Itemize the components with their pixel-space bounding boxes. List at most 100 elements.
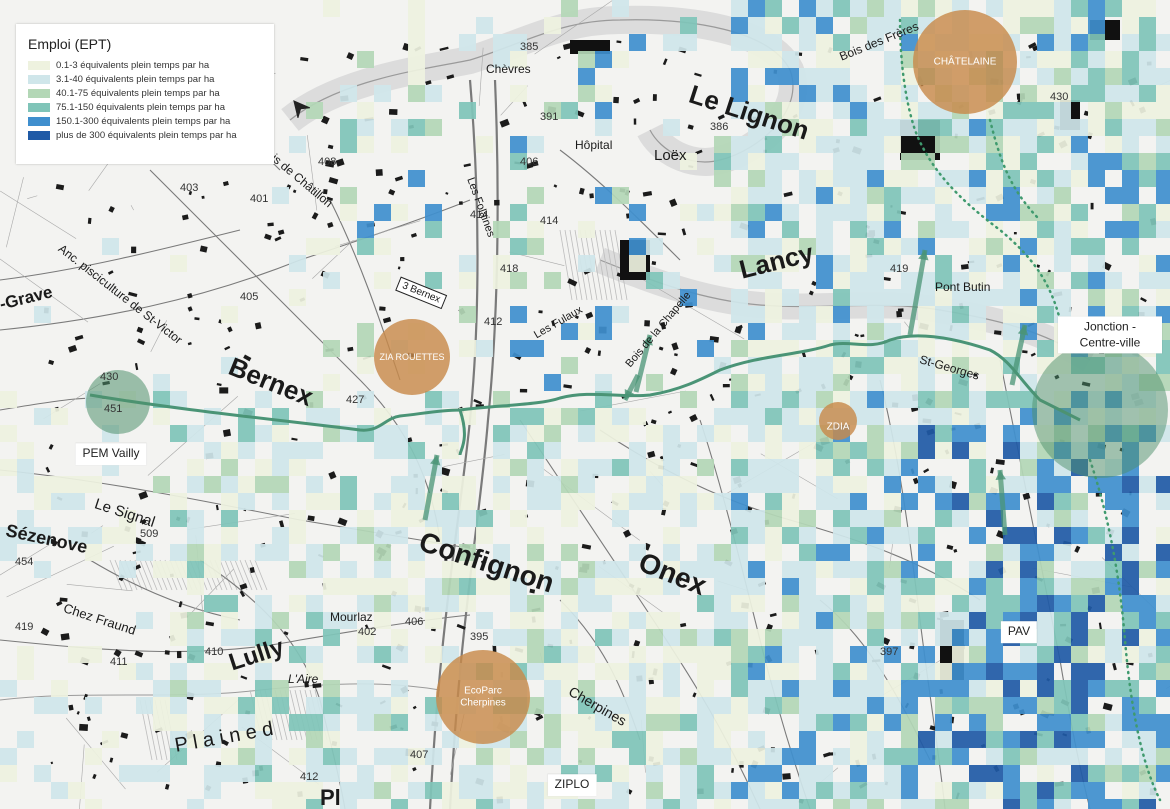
density-cell bbox=[1037, 595, 1054, 612]
density-cell bbox=[748, 374, 765, 391]
density-cell bbox=[221, 510, 238, 527]
density-cell bbox=[969, 119, 986, 136]
density-cell bbox=[799, 34, 816, 51]
map-canvas[interactable]: 430 451 408 403 401 405 427 412 414 418 406 391 385 3… bbox=[0, 0, 1170, 809]
density-cell bbox=[748, 646, 765, 663]
density-cell bbox=[731, 408, 748, 425]
chatelaine-label[interactable]: CHÂTELAINE bbox=[934, 56, 997, 68]
density-cell bbox=[969, 595, 986, 612]
density-cell bbox=[1156, 255, 1170, 272]
density-cell bbox=[935, 493, 952, 510]
density-cell bbox=[714, 204, 731, 221]
density-cell bbox=[391, 425, 408, 442]
density-cell bbox=[969, 187, 986, 204]
density-cell bbox=[510, 340, 527, 357]
zdia-label[interactable]: ZDIA bbox=[827, 421, 850, 433]
density-cell bbox=[391, 748, 408, 765]
density-cell bbox=[901, 340, 918, 357]
zia-rouettes-label[interactable]: ZIA ROUETTES bbox=[379, 352, 444, 362]
density-cell bbox=[1037, 510, 1054, 527]
density-cell bbox=[969, 408, 986, 425]
density-cell bbox=[663, 425, 680, 442]
elevation-label: 406 bbox=[405, 616, 423, 628]
density-cell bbox=[833, 323, 850, 340]
density-cell bbox=[935, 680, 952, 697]
density-cell bbox=[1105, 187, 1122, 204]
density-cell bbox=[595, 408, 612, 425]
density-cell bbox=[1156, 731, 1170, 748]
density-cell bbox=[1037, 561, 1054, 578]
density-cell bbox=[663, 663, 680, 680]
density-cell bbox=[493, 34, 510, 51]
density-cell bbox=[1156, 357, 1170, 374]
density-cell bbox=[1139, 255, 1156, 272]
density-cell bbox=[357, 340, 374, 357]
pem-vailly-label[interactable]: PEM Vailly bbox=[75, 443, 147, 465]
density-cell bbox=[884, 0, 901, 17]
density-cell bbox=[816, 0, 833, 17]
density-cell bbox=[340, 493, 357, 510]
density-cell bbox=[544, 408, 561, 425]
legend-swatch bbox=[28, 130, 50, 140]
density-cell bbox=[952, 748, 969, 765]
ecoparc-label[interactable]: EcoParc Cherpines bbox=[448, 686, 518, 709]
density-cell bbox=[357, 221, 374, 238]
density-cell bbox=[901, 187, 918, 204]
pav-label[interactable]: PAV bbox=[1000, 621, 1038, 643]
density-cell bbox=[884, 238, 901, 255]
legend-item: 40.1-75 équivalents plein temps par ha bbox=[28, 86, 237, 100]
density-cell bbox=[544, 629, 561, 646]
density-cell bbox=[782, 374, 799, 391]
density-cell bbox=[1054, 799, 1071, 809]
density-cell bbox=[68, 476, 85, 493]
density-cell bbox=[119, 765, 136, 782]
density-cell bbox=[816, 629, 833, 646]
density-cell bbox=[782, 425, 799, 442]
density-cell bbox=[340, 697, 357, 714]
density-cell bbox=[1122, 153, 1139, 170]
density-cell bbox=[1003, 323, 1020, 340]
density-cell bbox=[901, 357, 918, 374]
density-cell bbox=[1105, 527, 1122, 544]
density-cell bbox=[323, 493, 340, 510]
density-cell bbox=[731, 663, 748, 680]
density-cell bbox=[799, 17, 816, 34]
density-cell bbox=[1054, 187, 1071, 204]
density-cell bbox=[731, 561, 748, 578]
density-cell bbox=[663, 629, 680, 646]
density-cell bbox=[323, 340, 340, 357]
density-cell bbox=[255, 748, 272, 765]
density-cell bbox=[1003, 782, 1020, 799]
density-cell bbox=[765, 306, 782, 323]
density-cell bbox=[646, 629, 663, 646]
density-cell bbox=[1054, 544, 1071, 561]
density-cell bbox=[595, 425, 612, 442]
ziplo-label[interactable]: ZIPLO bbox=[547, 774, 597, 796]
density-cell bbox=[918, 102, 935, 119]
density-cell bbox=[629, 612, 646, 629]
density-cell bbox=[765, 748, 782, 765]
elevation-label: 454 bbox=[15, 556, 33, 568]
building bbox=[993, 330, 1002, 336]
jonction-label[interactable]: Jonction - Centre-ville bbox=[1058, 316, 1162, 354]
density-cell bbox=[850, 204, 867, 221]
jonction-node-circle[interactable] bbox=[1032, 342, 1168, 478]
density-cell bbox=[799, 714, 816, 731]
density-cell bbox=[935, 187, 952, 204]
density-cell bbox=[663, 748, 680, 765]
density-cell bbox=[510, 238, 527, 255]
density-cell bbox=[986, 255, 1003, 272]
density-cell bbox=[476, 765, 493, 782]
density-cell bbox=[799, 799, 816, 809]
density-cell bbox=[1088, 102, 1105, 119]
legend-swatch bbox=[28, 60, 50, 70]
density-cell bbox=[1105, 289, 1122, 306]
density-cell bbox=[1071, 527, 1088, 544]
density-cell bbox=[867, 323, 884, 340]
density-cell bbox=[986, 680, 1003, 697]
density-cell bbox=[782, 323, 799, 340]
building bbox=[613, 96, 620, 104]
density-cell bbox=[816, 782, 833, 799]
density-cell bbox=[0, 680, 17, 697]
density-cell bbox=[578, 459, 595, 476]
